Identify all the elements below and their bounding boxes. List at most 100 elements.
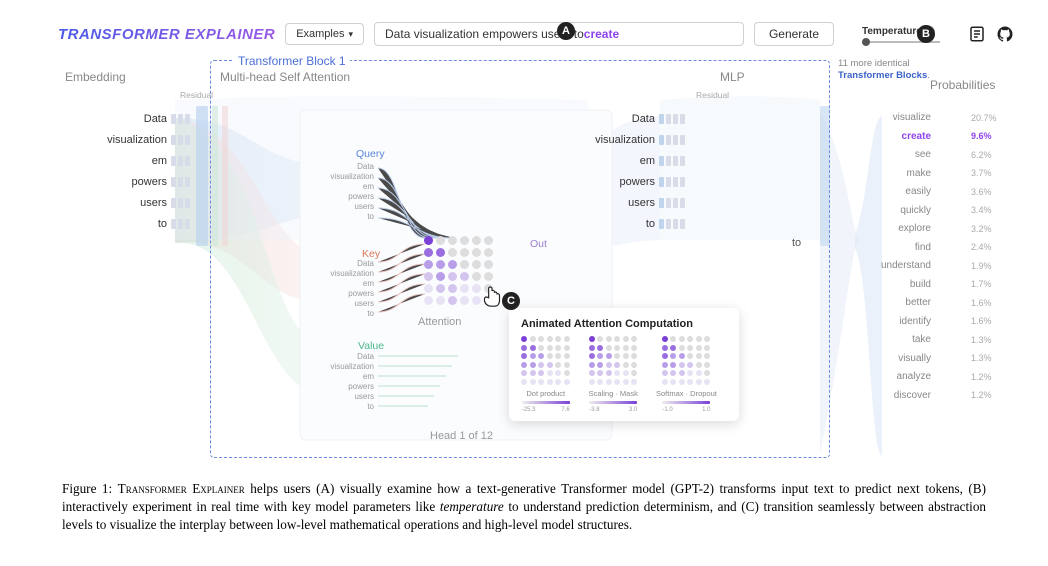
attention-cell[interactable] <box>460 236 469 245</box>
attention-cell[interactable] <box>424 296 433 305</box>
app-logo: Transformer Explainer <box>58 26 275 43</box>
mini-token: Data <box>324 352 374 362</box>
attention-cell[interactable] <box>448 260 457 269</box>
attention-cell[interactable] <box>460 248 469 257</box>
probability-row[interactable]: understand1.9% <box>876 258 997 273</box>
mlp-token[interactable]: em <box>570 154 685 168</box>
probability-row[interactable]: build1.7% <box>876 277 997 292</box>
attention-cell[interactable] <box>484 260 493 269</box>
mlp-token[interactable]: visualization <box>570 133 685 147</box>
chevron-down-icon: ▾ <box>348 29 353 40</box>
mini-token: em <box>324 372 374 382</box>
github-icon[interactable] <box>996 25 1014 43</box>
figure-screenshot: Transformer Explainer Examples ▾ Data vi… <box>0 0 1048 466</box>
attention-cell[interactable] <box>484 272 493 281</box>
mini-token: em <box>324 182 374 192</box>
popup-title: Animated Attention Computation <box>521 318 727 330</box>
probability-row[interactable]: make3.7% <box>876 166 997 181</box>
transformer-blocks-link[interactable]: Transformer Blocks <box>838 70 927 81</box>
popup-steps: Dot product-25.37.6Scaling · Mask-3.83.0… <box>521 336 727 413</box>
input-token[interactable]: powers <box>60 175 190 189</box>
query-tokens: Datavisualizationempowersusersto <box>324 162 374 222</box>
attention-cell[interactable] <box>436 272 445 281</box>
residual-label-right: Residual <box>696 90 729 100</box>
probability-row[interactable]: visually1.3% <box>876 351 997 366</box>
probability-row[interactable]: easily3.6% <box>876 184 997 199</box>
attention-cell[interactable] <box>436 260 445 269</box>
probability-row[interactable]: better1.6% <box>876 295 997 310</box>
input-token[interactable]: to <box>60 217 190 231</box>
attention-popup: Animated Attention Computation Dot produ… <box>509 308 739 421</box>
article-icon[interactable] <box>968 25 986 43</box>
attention-cell[interactable] <box>460 272 469 281</box>
probability-row[interactable]: quickly3.4% <box>876 203 997 218</box>
attention-cell[interactable] <box>484 236 493 245</box>
attention-cell[interactable] <box>424 284 433 293</box>
marker-b: B <box>917 25 935 43</box>
attention-cell[interactable] <box>424 272 433 281</box>
attention-cell[interactable] <box>424 260 433 269</box>
probability-row[interactable]: find2.4% <box>876 240 997 255</box>
input-token[interactable]: em <box>60 154 190 168</box>
head-indicator: Head 1 of 12 <box>430 430 493 442</box>
popup-step: Scaling · Mask-3.83.0 <box>589 336 639 413</box>
attention-cell[interactable] <box>472 272 481 281</box>
attention-cell[interactable] <box>448 248 457 257</box>
mini-token: visualization <box>324 362 374 372</box>
probability-row[interactable]: identify1.6% <box>876 314 997 329</box>
probability-row[interactable]: explore3.2% <box>876 221 997 236</box>
generate-button[interactable]: Generate <box>754 22 834 46</box>
pointer-cursor-icon <box>482 286 502 308</box>
mlp-token[interactable]: to <box>570 217 685 231</box>
key-tokens: Datavisualizationempowersusersto <box>324 259 374 319</box>
probability-row[interactable]: create9.6% <box>876 129 997 144</box>
probability-row[interactable]: analyze1.2% <box>876 369 997 384</box>
attention-cell[interactable] <box>484 248 493 257</box>
input-token-list: Data visualization em powers users to <box>60 112 190 231</box>
input-token[interactable]: visualization <box>60 133 190 147</box>
probability-row[interactable]: visualize20.7% <box>876 110 997 125</box>
mini-token: to <box>324 402 374 412</box>
attention-cell[interactable] <box>472 296 481 305</box>
mlp-token[interactable]: users <box>570 196 685 210</box>
attention-cell[interactable] <box>448 296 457 305</box>
mlp-token[interactable]: powers <box>570 175 685 189</box>
probability-row[interactable]: discover1.2% <box>876 388 997 403</box>
input-token[interactable]: Data <box>60 112 190 126</box>
prompt-text: Data visualization empowers users to <box>385 27 584 41</box>
attention-cell[interactable] <box>436 284 445 293</box>
value-tokens: Datavisualizationempowersusersto <box>324 352 374 412</box>
attention-cell[interactable] <box>472 236 481 245</box>
attention-cell[interactable] <box>460 260 469 269</box>
attention-cell[interactable] <box>424 236 433 245</box>
attention-cell[interactable] <box>436 236 445 245</box>
attention-cell[interactable] <box>436 248 445 257</box>
attention-cell[interactable] <box>448 236 457 245</box>
examples-dropdown[interactable]: Examples ▾ <box>285 23 364 45</box>
mini-token: em <box>324 279 374 289</box>
attention-cell[interactable] <box>472 284 481 293</box>
attention-cell[interactable] <box>460 296 469 305</box>
more-blocks-note: 11 more identical Transformer Blocks. <box>838 58 930 82</box>
probability-row[interactable]: see6.2% <box>876 147 997 162</box>
temperature-label: Temperature <box>862 26 922 37</box>
attention-section-label: Multi-head Self Attention <box>220 70 350 84</box>
attention-cell[interactable] <box>460 284 469 293</box>
mlp-section-label: MLP <box>720 70 745 84</box>
mini-token: users <box>324 299 374 309</box>
input-token[interactable]: users <box>60 196 190 210</box>
attention-cell[interactable] <box>448 272 457 281</box>
attention-cell[interactable] <box>424 248 433 257</box>
probability-row[interactable]: take1.3% <box>876 332 997 347</box>
topbar: Transformer Explainer Examples ▾ Data vi… <box>58 20 1014 48</box>
embedding-label: Embedding <box>65 70 126 84</box>
transformer-block-label: Transformer Block 1 <box>234 54 350 68</box>
mlp-token[interactable]: Data <box>570 112 685 126</box>
attention-cell[interactable] <box>436 296 445 305</box>
attention-cell[interactable] <box>448 284 457 293</box>
attention-cell[interactable] <box>472 260 481 269</box>
mlp-token-list: Data visualization em powers users to <box>570 112 685 231</box>
attention-cell[interactable] <box>472 248 481 257</box>
popup-step: Softmax · Dropout-1.01.0 <box>656 336 717 413</box>
examples-label: Examples <box>296 28 344 40</box>
